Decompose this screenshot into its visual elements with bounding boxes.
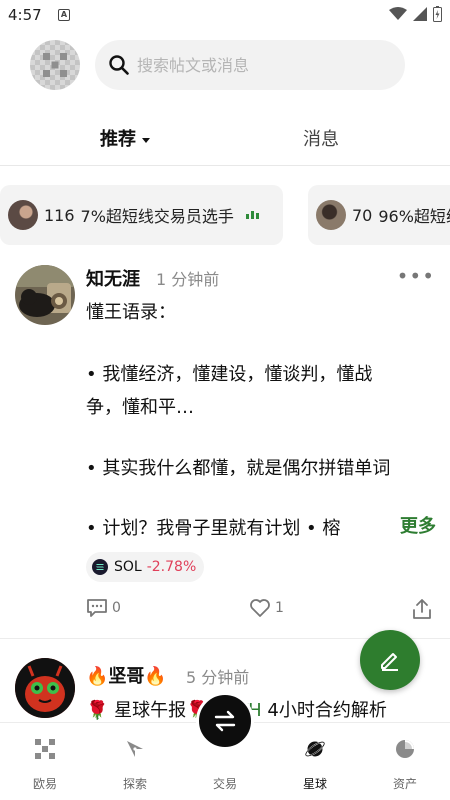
post-card[interactable]: 🔥坚哥🔥 5 分钟前 🌹 星球午报🌹 $ETH 4小时合约解析: [0, 0, 450, 722]
author-name[interactable]: 🔥坚哥🔥: [86, 662, 167, 688]
swap-arrows-icon: [214, 710, 236, 732]
pie-chart-icon: [396, 740, 414, 758]
nav-label: 交易: [212, 777, 237, 791]
nav-label: 探索: [122, 777, 147, 791]
okx-logo-icon: [35, 739, 55, 759]
cartoon-avatar-icon: [15, 658, 75, 718]
nav-label: 欧易: [32, 777, 57, 791]
fire-emoji: 🔥: [86, 666, 109, 687]
nav-item-okx[interactable]: 欧易: [0, 723, 90, 800]
compass-icon: [127, 741, 143, 757]
fire-emoji: 🔥: [144, 666, 167, 687]
nav-item-assets[interactable]: 资产: [360, 723, 450, 800]
author-name-text: 坚哥: [108, 666, 145, 687]
avatar[interactable]: [15, 658, 75, 718]
nav-label: 资产: [392, 777, 417, 791]
nav-item-planet[interactable]: 星球: [270, 723, 360, 800]
post-time: 5 分钟前: [186, 668, 250, 687]
nav-label: 星球: [302, 777, 327, 791]
nav-item-explore[interactable]: 探索: [90, 723, 180, 800]
compose-button[interactable]: [360, 630, 420, 690]
pencil-icon: [381, 653, 398, 671]
planet-icon: [305, 741, 325, 757]
trade-button[interactable]: [196, 692, 254, 750]
post-title-prefix: 🌹 星球午报🌹: [86, 700, 215, 721]
post-title-rest: 4小时合约解析: [261, 700, 387, 721]
